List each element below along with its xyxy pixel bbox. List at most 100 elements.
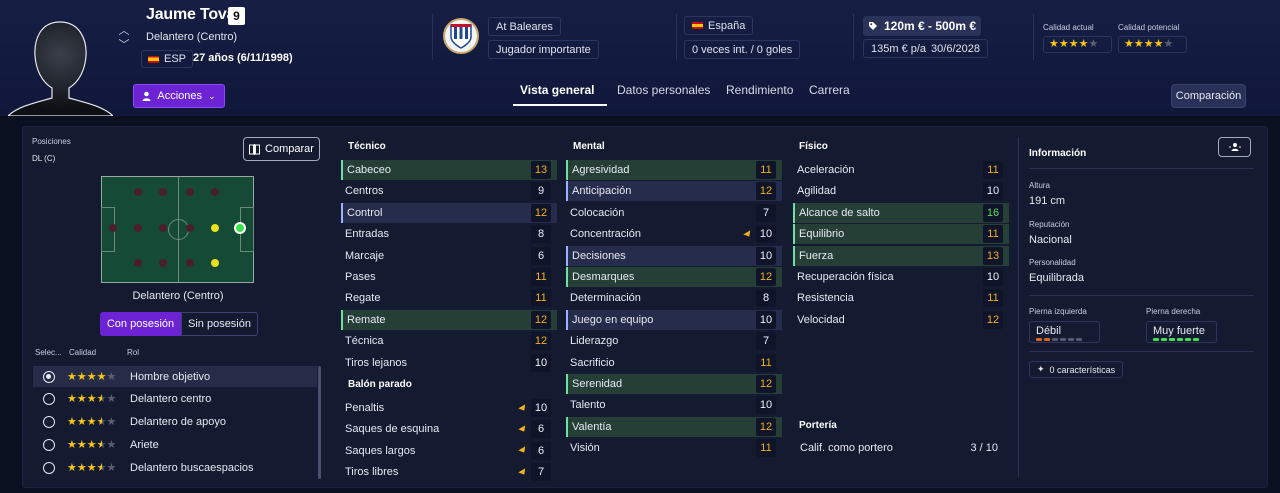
- attribute-row[interactable]: Concentración 10: [566, 224, 782, 244]
- person-details-icon: [1228, 143, 1241, 151]
- radio-button[interactable]: [43, 438, 55, 451]
- radio-button[interactable]: [43, 370, 55, 383]
- in-possession-toggle[interactable]: Con posesión: [100, 312, 181, 336]
- attribute-row[interactable]: Velocidad 12: [793, 310, 1009, 330]
- chevron-down-icon[interactable]: ﹀: [117, 38, 131, 52]
- attribute-row[interactable]: Colocación 7: [566, 203, 782, 223]
- attribute-row[interactable]: Técnica 12: [341, 331, 557, 351]
- attribute-row[interactable]: Recuperación física 10: [793, 267, 1009, 287]
- out-of-possession-toggle[interactable]: Sin posesión: [181, 312, 258, 336]
- attribute-name: Regate: [345, 292, 381, 305]
- attribute-name: Penaltis: [345, 402, 385, 414]
- tab-rendimiento[interactable]: Rendimiento: [726, 83, 793, 97]
- radio-button[interactable]: [43, 461, 55, 474]
- attribute-row[interactable]: Fuerza 13: [793, 245, 1009, 266]
- attribute-value: 6: [531, 246, 551, 265]
- attribute-name: Fuerza: [799, 249, 834, 262]
- nation-chip[interactable]: España: [684, 16, 754, 35]
- attribute-row[interactable]: Aceleración 11: [793, 160, 1009, 180]
- spain-flag-icon: [148, 55, 159, 63]
- club-name: At Baleares: [496, 20, 553, 33]
- attribute-row[interactable]: Remate 12: [341, 309, 557, 330]
- nationality-code: ESP: [164, 53, 187, 65]
- attribute-row[interactable]: Valentía 12: [566, 416, 782, 437]
- role-row[interactable]: ★★★★★ Delantero buscaespacios: [33, 457, 317, 478]
- caps-text: 0 veces int. / 0 goles: [692, 43, 793, 56]
- attribute-row[interactable]: Serenidad 12: [566, 374, 782, 394]
- attribute-row[interactable]: Sacrificio 11: [566, 353, 782, 373]
- attribute-row[interactable]: Equilibrio 11: [793, 224, 1009, 245]
- role-row[interactable]: ★★★★★ Hombre objetivo: [33, 366, 317, 387]
- position-dot-gk: [109, 224, 117, 232]
- tab-datos-personales[interactable]: Datos personales: [617, 83, 710, 97]
- position-pitch: [101, 176, 254, 283]
- compare-button[interactable]: Comparar: [243, 137, 320, 161]
- attribute-name: Determinación: [570, 292, 641, 305]
- attribute-row[interactable]: Liderazgo 7: [566, 331, 782, 351]
- tecnico-title: Técnico: [348, 141, 386, 152]
- attribute-row[interactable]: Entradas 8: [341, 224, 557, 244]
- radio-button[interactable]: [43, 415, 55, 428]
- role-row[interactable]: ★★★★★ Delantero de apoyo: [33, 411, 317, 432]
- attribute-value: 12: [756, 268, 776, 286]
- attribute-value: 12: [531, 203, 551, 222]
- role-row[interactable]: ★★★★★ Delantero centro: [33, 388, 317, 409]
- attribute-row[interactable]: Cabeceo 13: [341, 160, 557, 180]
- attribute-row[interactable]: Agresividad 11: [566, 160, 782, 180]
- info-separator: [1029, 351, 1254, 352]
- attribute-row[interactable]: Anticipación 12: [566, 181, 782, 202]
- attribute-row[interactable]: Pases 11: [341, 267, 557, 287]
- attribute-row[interactable]: Saques de esquina 6: [341, 419, 557, 439]
- attribute-row[interactable]: Alcance de salto 16: [793, 202, 1009, 223]
- star-icon: ★: [76, 438, 87, 451]
- attribute-row[interactable]: Penaltis 10: [341, 398, 557, 418]
- attribute-row[interactable]: Decisiones 10: [566, 245, 782, 266]
- attribute-name: Pases: [345, 271, 376, 283]
- club-crest-icon[interactable]: [443, 18, 479, 54]
- tab-carrera[interactable]: Carrera: [809, 83, 850, 97]
- star-icon: ★: [1124, 38, 1134, 50]
- foot-strength-bar: [1060, 338, 1066, 341]
- roles-scrollbar[interactable]: [318, 366, 321, 479]
- attribute-name: Juego en equipo: [572, 313, 654, 326]
- attribute-row[interactable]: Regate 11: [341, 288, 557, 308]
- position-dot-natural: [234, 222, 246, 234]
- radio-button[interactable]: [43, 392, 55, 405]
- attribute-name: Tiros libres: [345, 466, 399, 479]
- attribute-row[interactable]: Marcaje 6: [341, 246, 557, 266]
- club-name-chip[interactable]: At Baleares: [488, 17, 561, 36]
- position-dot: [186, 188, 194, 196]
- right-foot-value: Muy fuerte: [1153, 325, 1205, 337]
- attribute-value: 10: [756, 225, 776, 244]
- foot-strength-bar: [1036, 338, 1042, 341]
- traits-button[interactable]: ✦ 0 características: [1029, 361, 1124, 378]
- attribute-name: Entradas: [345, 228, 390, 241]
- attribute-row[interactable]: Talento 10: [566, 395, 782, 415]
- reputation-value: Nacional: [1029, 234, 1072, 246]
- attribute-row[interactable]: Resistencia 11: [793, 288, 1009, 308]
- star-icon: ★: [106, 392, 117, 405]
- positions-panel: Posiciones DL (C) Comparar Delantero (Ce…: [23, 127, 333, 489]
- right-foot-label: Pierna derecha: [1146, 307, 1201, 316]
- attribute-row[interactable]: Tiros libres 7: [341, 462, 557, 482]
- spain-flag-icon: [692, 22, 703, 29]
- tab-vista-general[interactable]: Vista general: [520, 83, 594, 97]
- attribute-row[interactable]: Tiros lejanos 10: [341, 353, 557, 373]
- foot-strength-bar: [1169, 338, 1175, 341]
- attribute-row[interactable]: Control 12: [341, 202, 557, 223]
- info-options-button[interactable]: [1218, 137, 1251, 157]
- chevron-up-icon[interactable]: ︿: [117, 24, 131, 38]
- comparison-button[interactable]: Comparación: [1171, 84, 1246, 108]
- position-caption: Delantero (Centro): [132, 290, 224, 302]
- foot-strength-bar: [1185, 338, 1191, 341]
- actions-button[interactable]: Acciones ⌄: [133, 84, 225, 108]
- attribute-row[interactable]: Centros 9: [341, 181, 557, 201]
- positions-value: DL (C): [32, 154, 56, 163]
- attribute-row[interactable]: Desmarques 12: [566, 267, 782, 287]
- role-row[interactable]: ★★★★★ Ariete: [33, 434, 317, 455]
- attribute-row[interactable]: Visión 11: [566, 438, 782, 458]
- attribute-row[interactable]: Agilidad 10: [793, 181, 1009, 201]
- attribute-row[interactable]: Saques largos 6: [341, 441, 557, 461]
- attribute-row[interactable]: Juego en equipo 10: [566, 309, 782, 330]
- attribute-row[interactable]: Determinación 8: [566, 288, 782, 308]
